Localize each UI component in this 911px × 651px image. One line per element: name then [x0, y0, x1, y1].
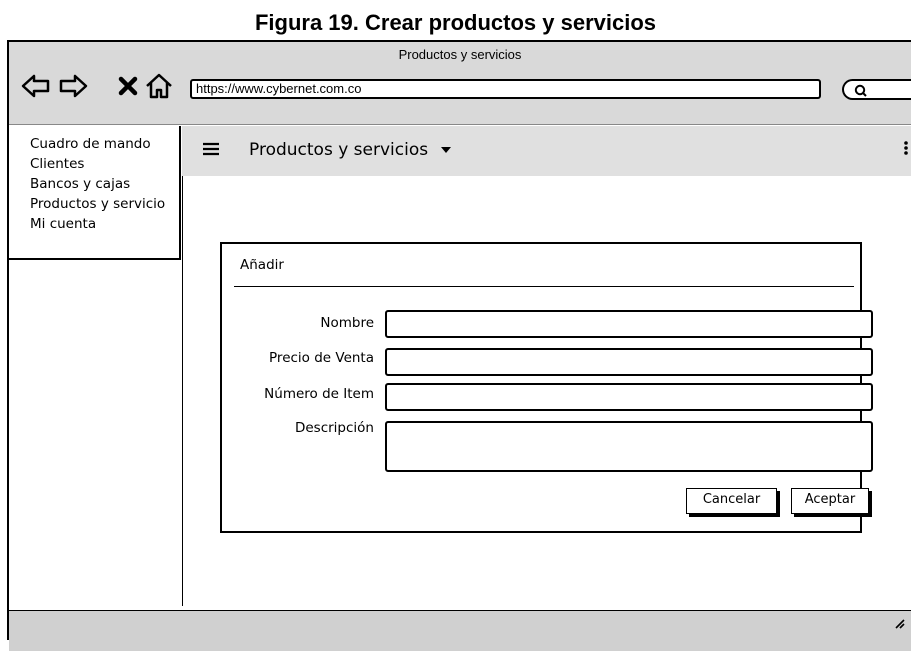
sidebar-item-clientes[interactable]: Clientes — [9, 154, 179, 174]
sidebar-menu: Cuadro de mando Clientes Bancos y cajas … — [9, 126, 181, 260]
nombre-label: Nombre — [320, 315, 374, 331]
sidebar-item-bancos-y-cajas[interactable]: Bancos y cajas — [9, 174, 179, 194]
add-dialog: Añadir Nombre Precio de Venta Número de … — [220, 242, 873, 533]
descripcion-label: Descripción — [294, 420, 374, 436]
sidebar: Cuadro de mando Clientes Bancos y cajas … — [9, 126, 183, 606]
url-bar[interactable]: https://www.cybernet.com.co — [190, 79, 821, 99]
close-icon[interactable] — [114, 71, 144, 101]
more-vertical-icon[interactable] — [903, 139, 909, 157]
resize-handle-icon[interactable] — [895, 619, 905, 629]
numero-de-item-field[interactable] — [385, 383, 873, 411]
cancel-button[interactable]: Cancelar — [686, 488, 777, 514]
hamburger-icon[interactable] — [202, 141, 220, 157]
precio-de-venta-field[interactable] — [385, 348, 873, 376]
browser-window: Productos y servicios https://www.cybern… — [7, 40, 911, 651]
search-input[interactable] — [842, 79, 911, 100]
forward-arrow-icon[interactable] — [58, 71, 88, 101]
figure-caption: Figura 19. Crear productos y servicios — [254, 10, 657, 35]
precio-de-venta-label: Precio de Venta — [269, 350, 374, 366]
home-icon[interactable] — [144, 71, 174, 101]
status-bar — [9, 610, 911, 651]
nombre-field[interactable] — [385, 310, 873, 338]
dialog-divider — [234, 286, 854, 287]
dialog-title: Añadir — [240, 257, 284, 273]
window-title: Productos y servicios — [398, 47, 522, 62]
page-title[interactable]: Productos y servicios — [249, 138, 452, 162]
app-bar: Productos y servicios — [182, 126, 911, 176]
descripcion-field[interactable] — [385, 421, 873, 472]
sidebar-item-cuadro-de-mando[interactable]: Cuadro de mando — [9, 134, 179, 154]
sidebar-item-mi-cuenta[interactable]: Mi cuenta — [9, 214, 179, 234]
browser-toolbar: Productos y servicios https://www.cybern… — [9, 42, 911, 125]
back-arrow-icon[interactable] — [21, 71, 51, 101]
search-icon — [854, 84, 867, 97]
caret-down-icon — [440, 147, 451, 153]
numero-de-item-label: Número de Item — [264, 386, 374, 402]
page-title-label: Productos y servicios — [249, 140, 429, 160]
sidebar-item-productos-y-servicio[interactable]: Productos y servicio — [9, 194, 179, 214]
accept-button[interactable]: Aceptar — [791, 488, 869, 514]
